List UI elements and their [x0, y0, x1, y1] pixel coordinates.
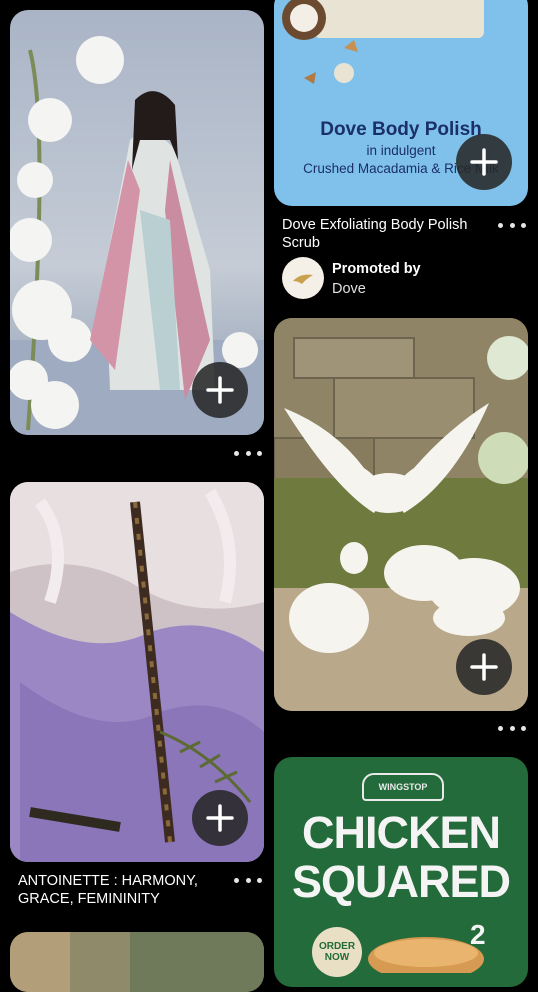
- now-label: NOW: [324, 952, 350, 963]
- dove-logo-icon: [293, 274, 313, 284]
- pin-antoinette[interactable]: [10, 482, 264, 862]
- add-pin-button[interactable]: [192, 790, 248, 846]
- wingstop-logo: WINGSTOP: [362, 773, 444, 801]
- ad-headline-line2: SQUARED: [291, 856, 511, 907]
- painting-partial-image: [10, 932, 264, 992]
- pin-woman-lilies[interactable]: [10, 10, 264, 435]
- dot-icon: [257, 877, 262, 883]
- more-options-button[interactable]: [498, 218, 526, 232]
- pin-dove-ad[interactable]: Dove Body Polish in indulgent Crushed Ma…: [274, 0, 528, 206]
- ad-headline-line1: CHICKEN: [301, 807, 501, 858]
- add-pin-button[interactable]: [456, 639, 512, 695]
- plus-icon: [470, 148, 498, 176]
- plus-icon: [206, 804, 234, 832]
- more-options-button[interactable]: [234, 873, 262, 887]
- dot-icon: [521, 222, 526, 228]
- dot-icon: [245, 877, 251, 883]
- order-now-badge[interactable]: ORDER NOW: [312, 927, 362, 977]
- dot-icon: [498, 222, 503, 228]
- dot-icon: [245, 450, 251, 456]
- more-options-button[interactable]: [234, 446, 262, 460]
- sandwich-image: [368, 937, 484, 973]
- dot-icon: [234, 877, 239, 883]
- add-pin-button[interactable]: [456, 134, 512, 190]
- promoted-label: Promoted by: [332, 261, 421, 277]
- more-options-button[interactable]: [498, 721, 526, 735]
- pin-white-doves[interactable]: [274, 318, 528, 711]
- pin-partial[interactable]: [10, 932, 264, 992]
- dot-icon: [521, 725, 526, 731]
- plus-icon: [470, 653, 498, 681]
- brand-name: WINGSTOP: [378, 782, 428, 792]
- plus-icon: [206, 376, 234, 404]
- badge-number: 2: [470, 919, 486, 950]
- advertiser-name[interactable]: Dove: [332, 280, 366, 298]
- dot-icon: [509, 222, 515, 228]
- add-pin-button[interactable]: [192, 362, 248, 418]
- pin-wingstop-ad[interactable]: WINGSTOP CHICKEN SQUARED ORDER NOW 2: [274, 757, 528, 987]
- pin-title: ANTOINETTE : HARMONY, GRACE, FEMININITY: [18, 873, 198, 907]
- order-label: ORDER: [318, 941, 356, 952]
- dot-icon: [257, 450, 262, 456]
- dot-icon: [498, 725, 503, 731]
- dot-icon: [234, 450, 239, 456]
- advertiser-avatar[interactable]: [282, 257, 324, 299]
- dot-icon: [509, 725, 515, 731]
- pin-title: Dove Exfoliating Body Polish Scrub: [282, 217, 468, 251]
